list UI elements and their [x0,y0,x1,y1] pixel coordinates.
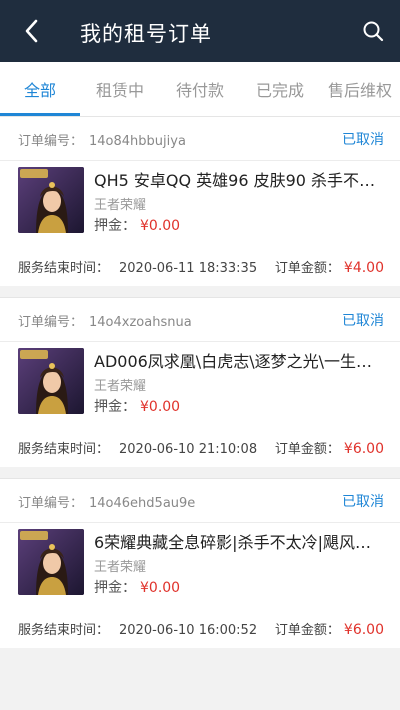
order-number-label: 订单编号： [18,134,84,149]
deposit: 押金： ¥0.00 [94,577,180,597]
deposit: 押金： ¥0.00 [94,396,180,416]
end-time-label: 服务结束时间： [18,623,110,638]
order-number-label: 订单编号： [18,315,84,330]
order-card-header: 订单编号： 14o84hbbujiya 已取消 [0,117,400,161]
page-title: 我的租号订单 [80,22,212,46]
deposit: 押金： ¥0.00 [94,215,180,235]
order-number-value: 14o46ehd5au9e [89,496,196,511]
deposit-label: 押金： [94,399,136,415]
tab-completed[interactable]: 已完成 [240,62,320,116]
tab-renting[interactable]: 租赁中 [80,62,160,116]
order-number-value: 14o84hbbujiya [89,134,186,149]
end-time-label: 服务结束时间： [18,442,110,457]
service-end-time: 服务结束时间： 2020-06-10 21:10:08 [18,438,257,457]
service-end-time: 服务结束时间： 2020-06-11 18:33:35 [18,257,257,276]
product-thumbnail [18,167,84,233]
product-title: AD006凤求凰\白虎志\逐梦之光\一生所爱\杀手不太冷 [94,352,384,371]
order-number: 订单编号： 14o46ehd5au9e [18,492,195,511]
order-number-label: 订单编号： [18,496,84,511]
product-title: 6荣耀典藏全息碎影|杀手不太冷|飓风之名|星元皮肤 [94,533,384,552]
status-badge: 已取消 [342,313,384,329]
amount-value: ¥4.00 [343,260,384,276]
end-time-value: 2020-06-10 16:00:52 [119,623,258,638]
deposit-value: ¥0.00 [140,399,181,415]
amount-label: 订单金额： [274,261,340,276]
product-title: QH5 安卓QQ 英雄96 皮肤90 杀手不太冷 一生所爱 星元 [94,171,384,190]
deposit-label: 押金： [94,580,136,596]
back-button[interactable] [16,16,46,46]
order-card-header: 订单编号： 14o4xzoahsnua 已取消 [0,298,400,342]
amount-value: ¥6.00 [343,622,384,638]
service-end-time: 服务结束时间： 2020-06-10 16:00:52 [18,619,257,638]
deposit-value: ¥0.00 [140,580,181,596]
end-time-label: 服务结束时间： [18,261,110,276]
order-tabs: 全部 租赁中 待付款 已完成 售后维权 [0,62,400,116]
end-time-value: 2020-06-10 21:10:08 [119,442,258,457]
status-badge: 已取消 [342,132,384,148]
order-card-header: 订单编号： 14o46ehd5au9e 已取消 [0,479,400,523]
order-amount: 订单金额： ¥4.00 [275,257,384,276]
order-number: 订单编号： 14o84hbbujiya [18,130,186,149]
product-thumbnail [18,348,84,414]
end-time-value: 2020-06-11 18:33:35 [119,261,258,276]
deposit-value: ¥0.00 [140,218,181,234]
order-card[interactable]: 订单编号： 14o84hbbujiya 已取消 QH5 安卓QQ 英雄96 皮肤9… [0,116,400,286]
order-card[interactable]: 订单编号： 14o46ehd5au9e 已取消 6荣耀典藏全息碎影|杀手不太冷|飓… [0,478,400,648]
amount-value: ¥6.00 [343,441,384,457]
order-list: 订单编号： 14o84hbbujiya 已取消 QH5 安卓QQ 英雄96 皮肤9… [0,116,400,648]
order-number-value: 14o4xzoahsnua [89,315,192,330]
app-header: 我的租号订单 [0,0,400,62]
order-amount: 订单金额： ¥6.00 [275,619,384,638]
tab-after-sales[interactable]: 售后维权 [320,62,400,116]
search-button[interactable] [358,16,388,46]
amount-label: 订单金额： [274,623,340,638]
order-card[interactable]: 订单编号： 14o4xzoahsnua 已取消 AD006凤求凰\白虎志\逐梦之光… [0,297,400,467]
order-number: 订单编号： 14o4xzoahsnua [18,311,192,330]
tab-pending-payment[interactable]: 待付款 [160,62,240,116]
deposit-label: 押金： [94,218,136,234]
game-category: 王者荣耀 [94,379,147,394]
chevron-left-icon [25,19,38,43]
status-badge: 已取消 [342,494,384,510]
game-category: 王者荣耀 [94,198,147,213]
order-amount: 订单金额： ¥6.00 [275,438,384,457]
amount-label: 订单金额： [274,442,340,457]
product-thumbnail [18,529,84,595]
search-icon [363,21,384,42]
game-category: 王者荣耀 [94,560,147,575]
tab-all[interactable]: 全部 [0,62,80,116]
